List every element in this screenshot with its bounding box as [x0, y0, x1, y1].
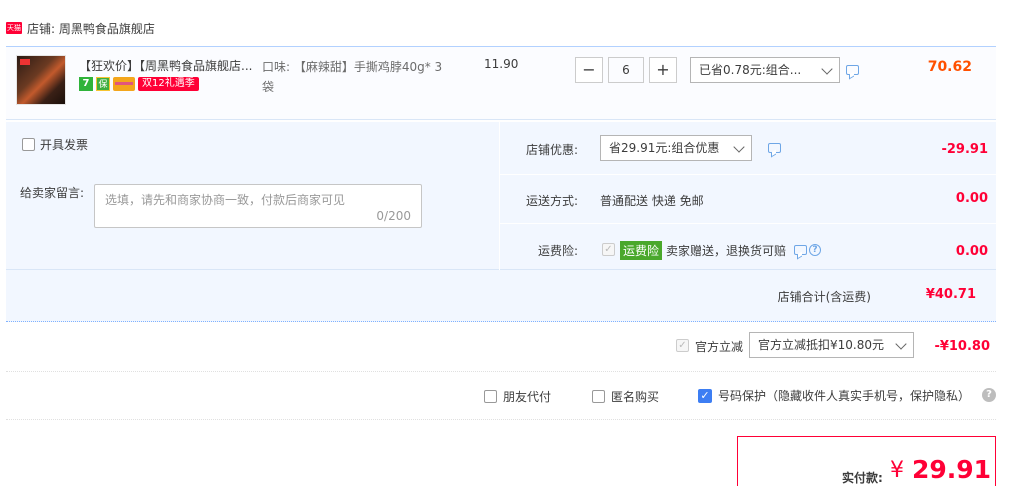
order-options-panel: 开具发票 给卖家留言: 选填，请先和商家协商一致，付款后商家可见 0/200 店… [6, 122, 996, 270]
order-item-row: 【狂欢价】【周黑鸭食品旗舰店... 7 保 双12礼遇季 口味: 【麻辣甜】手撕… [6, 46, 996, 120]
promo-badge[interactable]: 双12礼遇季 [138, 77, 199, 91]
qty-minus-button[interactable]: − [575, 57, 603, 83]
message-placeholder: 选填，请先和商家协商一致，付款后商家可见 [105, 193, 346, 207]
service-badges: 7 保 双12礼遇季 [79, 77, 199, 91]
official-discount-row: ✓ 官方立减 官方立减抵扣¥10.80元 -¥10.80 [6, 322, 996, 372]
quantity-stepper: − 6 + [575, 57, 677, 83]
item-discount-select-value: 已省0.78元:组合... [699, 63, 802, 77]
invoice-option[interactable]: 开具发票 [22, 136, 88, 153]
currency-symbol: ¥ [890, 458, 904, 483]
friend-pay-option[interactable]: 朋友代付 [484, 388, 551, 405]
official-discount-label: 官方立减 [695, 340, 744, 354]
tmall-logo: 天猫 [6, 22, 22, 34]
chat-icon[interactable] [768, 143, 781, 153]
anonymous-option[interactable]: 匿名购买 [592, 388, 659, 405]
chevron-down-icon [821, 63, 833, 75]
anonymous-label: 匿名购买 [611, 390, 660, 404]
insurance-checkbox: ✓ [602, 243, 615, 256]
friend-pay-checkbox[interactable] [484, 390, 497, 403]
divider [500, 174, 996, 175]
shipping-label: 运送方式: [526, 194, 579, 208]
shop-discount-select[interactable]: 省29.91元:组合优惠 [600, 135, 752, 161]
order-options-left: 开具发票 给卖家留言: 选填，请先和商家协商一致，付款后商家可见 0/200 [6, 122, 500, 270]
pay-amount: 29.91 [912, 455, 992, 484]
shop-total-label: 店铺合计(含运费) [777, 290, 871, 304]
shop-discount-label: 店铺优惠: [526, 143, 579, 157]
message-label: 给卖家留言: [20, 186, 85, 200]
privacy-label: 号码保护（隐藏收件人真实手机号，保护隐私） [718, 389, 971, 403]
chat-icon[interactable] [794, 245, 807, 255]
item-subtotal: 70.62 [927, 59, 972, 75]
unit-price: 11.90 [484, 57, 519, 71]
purchase-options-row: 朋友代付 匿名购买 ✓ 号码保护（隐藏收件人真实手机号，保护隐私） ? [6, 372, 996, 420]
help-icon[interactable]: ? [809, 244, 821, 256]
shop-total-row: 店铺合计(含运费) ¥40.71 [6, 270, 996, 322]
shop-discount-select-value: 省29.91元:组合优惠 [609, 141, 720, 155]
message-char-count: 0/200 [376, 209, 411, 223]
chevron-down-icon [733, 141, 745, 153]
insurance-value: 0.00 [955, 244, 988, 259]
shipping-method: 普通配送 快递 免邮 [600, 194, 704, 208]
official-discount-select-value: 官方立减抵扣¥10.80元 [758, 338, 884, 352]
invoice-label: 开具发票 [40, 138, 89, 152]
qty-plus-button[interactable]: + [649, 57, 677, 83]
shop-total-value: ¥40.71 [925, 287, 976, 302]
official-discount-value: -¥10.80 [934, 339, 990, 354]
payment-summary: 实付款: ¥ 29.91 [737, 436, 996, 486]
product-thumbnail[interactable] [16, 55, 66, 105]
official-discount-checkbox: ✓ [676, 339, 689, 352]
shop-name[interactable]: 店铺: 周黑鸭食品旗舰店 [27, 20, 155, 37]
insurance-label: 运费险: [538, 244, 579, 258]
guarantee-icon[interactable]: 保 [96, 77, 110, 91]
seven-day-return-icon[interactable]: 7 [79, 77, 93, 91]
insurance-desc: 卖家赠送，退换货可赔 [666, 244, 787, 258]
shipping-value: 0.00 [955, 191, 988, 206]
friend-pay-label: 朋友代付 [503, 390, 552, 404]
privacy-option[interactable]: ✓ 号码保护（隐藏收件人真实手机号，保护隐私） [698, 387, 970, 404]
insurance-info: 运费险 卖家赠送，退换货可赔 [620, 241, 786, 260]
help-icon[interactable]: ? [982, 388, 996, 402]
item-discount-select[interactable]: 已省0.78元:组合... [690, 57, 840, 83]
chevron-down-icon [895, 338, 907, 350]
credit-card-icon[interactable] [113, 77, 135, 91]
shop-header: 天猫 店铺: 周黑鸭食品旗舰店 [6, 18, 155, 38]
privacy-checkbox[interactable]: ✓ [698, 388, 712, 403]
shop-discount-value: -29.91 [941, 142, 988, 157]
product-title[interactable]: 【狂欢价】【周黑鸭食品旗舰店... [79, 57, 259, 74]
insurance-badge: 运费险 [620, 241, 663, 260]
invoice-checkbox[interactable] [22, 138, 35, 151]
seller-message-input[interactable]: 选填，请先和商家协商一致，付款后商家可见 0/200 [94, 184, 422, 228]
divider [500, 223, 996, 224]
qty-input[interactable]: 6 [608, 57, 644, 83]
pay-label: 实付款: [842, 471, 883, 485]
anonymous-checkbox[interactable] [592, 390, 605, 403]
product-sku: 口味: 【麻辣甜】手撕鸡脖40g* 3袋 [262, 60, 443, 94]
official-discount-select[interactable]: 官方立减抵扣¥10.80元 [749, 332, 914, 358]
chat-icon[interactable] [846, 65, 859, 75]
